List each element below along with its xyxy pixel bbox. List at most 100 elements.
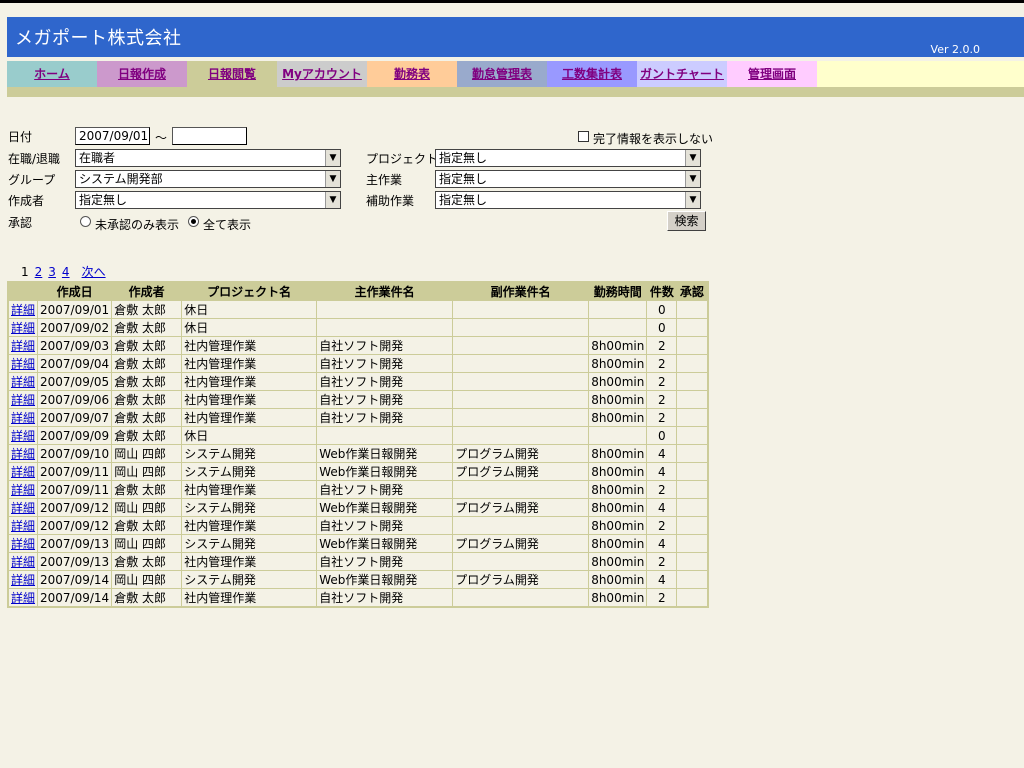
cell-count: 0	[646, 318, 678, 337]
cell-count: 2	[646, 480, 678, 499]
cell-project: システム開発	[181, 498, 318, 517]
table-row: 詳細 2007/09/11 岡山 四郎 システム開発 Web作業日報開発 プログラム開発 8…	[7, 462, 709, 481]
cell-date: 2007/09/06	[37, 390, 113, 409]
page-next-link[interactable]: 次へ	[82, 265, 106, 279]
page-link-3[interactable]: 3	[48, 265, 56, 279]
nav-work-schedule[interactable]: 勤務表	[367, 61, 457, 87]
approval-all-radio[interactable]	[188, 216, 199, 227]
cell-author: 岡山 四郎	[111, 498, 183, 517]
cell-date: 2007/09/05	[37, 372, 113, 391]
employment-select[interactable]: 在職者 ▼	[75, 149, 341, 167]
nav-attendance[interactable]: 勤怠管理表	[457, 61, 547, 87]
table-row: 詳細 2007/09/14 岡山 四郎 システム開発 Web作業日報開発 プログラム開発 8…	[7, 570, 709, 589]
cell-work-hours: 8h00min	[588, 516, 648, 535]
header-main-task: 主作業件名	[316, 282, 453, 301]
cell-date: 2007/09/10	[37, 444, 113, 463]
cell-date: 2007/09/04	[37, 354, 113, 373]
cell-sub-task	[452, 390, 590, 409]
detail-link[interactable]: 詳細	[11, 303, 35, 317]
approval-all-label: 全て表示	[203, 218, 252, 232]
date-to-input[interactable]	[172, 127, 247, 145]
author-select[interactable]: 指定無し ▼	[75, 191, 341, 209]
nav-home[interactable]: ホーム	[7, 61, 97, 87]
cell-work-hours: 8h00min	[588, 354, 648, 373]
group-select[interactable]: システム開発部 ▼	[75, 170, 341, 188]
sub-task-select[interactable]: 指定無し ▼	[435, 191, 701, 209]
sub-task-select-value: 指定無し	[439, 193, 488, 207]
page-link-2[interactable]: 2	[35, 265, 43, 279]
nav-manhour-summary[interactable]: 工数集計表	[547, 61, 637, 87]
page-link-4[interactable]: 4	[62, 265, 70, 279]
date-from-input[interactable]: 2007/09/01	[75, 127, 150, 145]
detail-link[interactable]: 詳細	[11, 411, 35, 425]
cell-count: 4	[646, 444, 678, 463]
cell-work-hours	[588, 318, 648, 337]
hide-complete-checkbox[interactable]	[578, 131, 589, 142]
nav-admin[interactable]: 管理画面	[727, 61, 817, 87]
dropdown-arrow-icon: ▼	[325, 192, 340, 208]
detail-link[interactable]: 詳細	[11, 537, 35, 551]
cell-sub-task	[452, 408, 590, 427]
header-project: プロジェクト名	[181, 282, 317, 301]
table-row: 詳細 2007/09/03 倉敷 太郎 社内管理作業 自社ソフト開発 8h00min 2	[7, 336, 709, 355]
nav-gantt-chart[interactable]: ガントチャート	[637, 61, 727, 87]
cell-detail: 詳細	[7, 552, 39, 571]
header-work-hours: 勤務時間	[588, 282, 647, 301]
cell-main-task: 自社ソフト開発	[316, 552, 454, 571]
cell-date: 2007/09/09	[37, 426, 113, 445]
cell-date: 2007/09/01	[37, 300, 113, 319]
detail-link[interactable]: 詳細	[11, 501, 35, 515]
cell-main-task: Web作業日報開発	[316, 462, 454, 481]
cell-approval	[676, 462, 709, 481]
cell-approval	[676, 408, 709, 427]
cell-sub-task	[452, 336, 590, 355]
cell-count: 2	[646, 552, 678, 571]
detail-link[interactable]: 詳細	[11, 321, 35, 335]
cell-count: 4	[646, 534, 678, 553]
detail-link[interactable]: 詳細	[11, 591, 35, 605]
cell-work-hours: 8h00min	[588, 552, 648, 571]
cell-sub-task	[452, 300, 590, 319]
detail-link[interactable]: 詳細	[11, 375, 35, 389]
cell-work-hours: 8h00min	[588, 336, 648, 355]
project-select[interactable]: 指定無し ▼	[435, 149, 701, 167]
nav-report-create[interactable]: 日報作成	[97, 61, 187, 87]
detail-link[interactable]: 詳細	[11, 555, 35, 569]
page-current: 1	[21, 265, 29, 279]
date-separator: ～	[155, 131, 168, 145]
detail-link[interactable]: 詳細	[11, 519, 35, 533]
nav-report-view[interactable]: 日報閲覧	[187, 61, 277, 87]
cell-project: システム開発	[181, 462, 318, 481]
table-row: 詳細 2007/09/14 倉敷 太郎 社内管理作業 自社ソフト開発 8h00min 2	[7, 588, 709, 608]
cell-sub-task	[452, 588, 590, 608]
report-table: 作成日 作成者 プロジェクト名 主作業件名 副作業件名 勤務時間 件数 承認 詳…	[7, 281, 709, 608]
cell-author: 岡山 四郎	[111, 534, 183, 553]
cell-detail: 詳細	[7, 300, 39, 319]
header-detail	[8, 282, 38, 301]
cell-sub-task	[452, 552, 590, 571]
cell-main-task: Web作業日報開発	[316, 534, 454, 553]
search-button[interactable]: 検索	[667, 211, 706, 231]
approval-unapproved-radio[interactable]	[80, 216, 91, 227]
detail-link[interactable]: 詳細	[11, 465, 35, 479]
project-select-value: 指定無し	[439, 151, 488, 165]
cell-project: 休日	[181, 318, 318, 337]
cell-date: 2007/09/11	[37, 480, 113, 499]
cell-main-task: 自社ソフト開発	[316, 408, 454, 427]
main-task-select[interactable]: 指定無し ▼	[435, 170, 701, 188]
cell-work-hours	[588, 300, 648, 319]
detail-link[interactable]: 詳細	[11, 573, 35, 587]
cell-detail: 詳細	[7, 588, 39, 608]
cell-main-task: 自社ソフト開発	[316, 336, 454, 355]
detail-link[interactable]: 詳細	[11, 393, 35, 407]
header-author: 作成者	[111, 282, 182, 301]
cell-detail: 詳細	[7, 354, 39, 373]
nav-my-account[interactable]: Myアカウント	[277, 61, 367, 87]
cell-approval	[676, 426, 709, 445]
detail-link[interactable]: 詳細	[11, 447, 35, 461]
detail-link[interactable]: 詳細	[11, 483, 35, 497]
detail-link[interactable]: 詳細	[11, 357, 35, 371]
detail-link[interactable]: 詳細	[11, 339, 35, 353]
detail-link[interactable]: 詳細	[11, 429, 35, 443]
cell-count: 4	[646, 498, 678, 517]
